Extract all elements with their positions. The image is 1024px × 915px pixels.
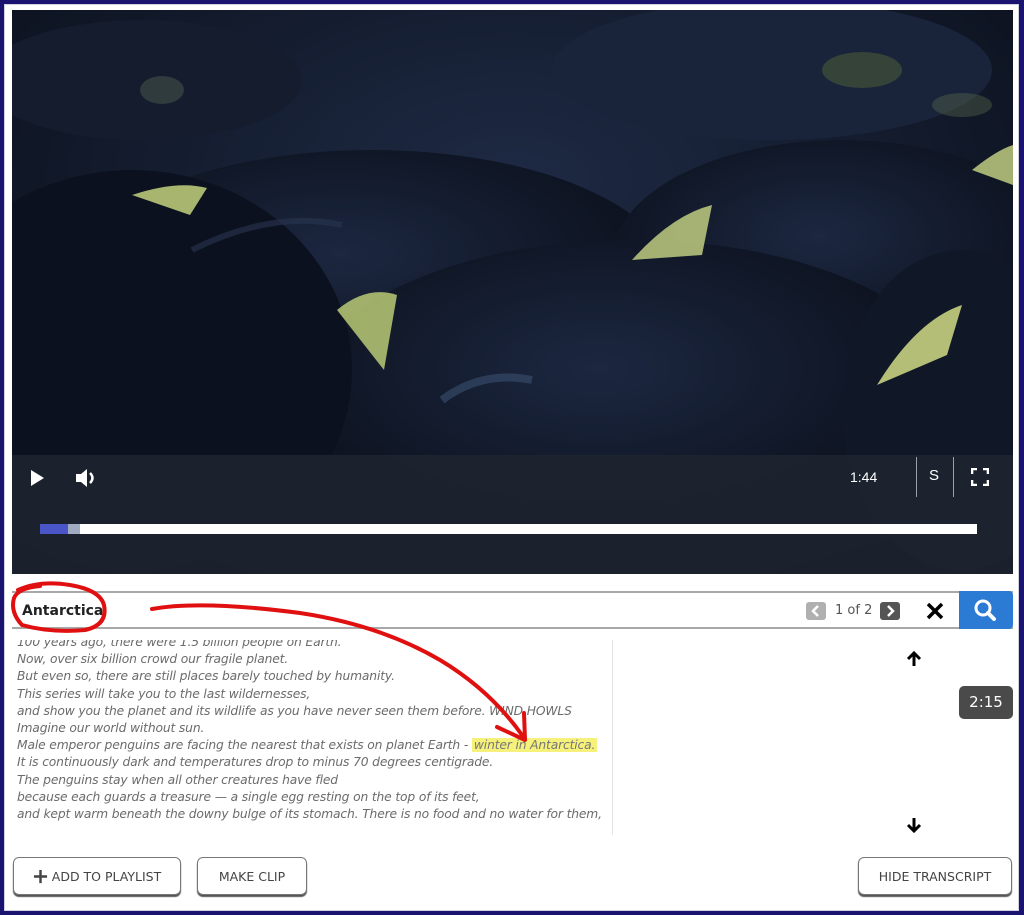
transcript-panel[interactable]: 100 years ago, there were 1.5 billion pe… [12, 640, 613, 835]
scroll-down-icon[interactable] [905, 816, 923, 834]
clear-search-icon[interactable] [925, 601, 945, 621]
plus-icon [33, 869, 47, 883]
search-input[interactable] [20, 593, 724, 629]
control-bar: 1:44 S [12, 455, 1013, 574]
search-button[interactable] [959, 591, 1013, 629]
previous-match-button[interactable] [806, 602, 826, 620]
subtitles-button[interactable]: S [929, 467, 939, 484]
progress-buffered [68, 524, 80, 534]
search-icon [974, 599, 996, 621]
volume-icon[interactable] [74, 467, 100, 489]
transcript-line[interactable]: Imagine our world without sun. [12, 720, 602, 737]
transcript-line[interactable]: Now, over six billion crowd our fragile … [12, 651, 602, 668]
transcript-text: Male emperor penguins are facing the nea… [17, 738, 469, 753]
transcript-line[interactable]: and show you the planet and its wildlife… [12, 703, 602, 720]
current-time: 1:44 [850, 469, 878, 485]
progress-played [40, 524, 68, 534]
add-to-playlist-label: ADD TO PLAYLIST [51, 868, 162, 884]
transcript-line[interactable]: 100 years ago, there were 1.5 billion pe… [12, 640, 602, 651]
divider [916, 457, 917, 497]
divider [953, 457, 954, 497]
progress-bar[interactable] [40, 524, 977, 534]
transcript-search-bar: 1 of 2 [12, 591, 1013, 629]
search-highlight: winter in Antarctica. [471, 738, 598, 753]
timestamp-badge[interactable]: 2:15 [959, 686, 1013, 719]
match-count: 1 of 2 [835, 603, 873, 618]
transcript-line-current[interactable]: Male emperor penguins are facing the nea… [12, 737, 602, 754]
video-player[interactable]: 1:44 S [12, 10, 1013, 574]
next-match-button[interactable] [880, 602, 900, 620]
transcript-line[interactable]: and kept warm beneath the downy bulge of… [12, 806, 602, 823]
scroll-up-icon[interactable] [905, 650, 923, 668]
transcript-line[interactable]: because each guards a treasure — a singl… [12, 789, 602, 806]
play-icon[interactable] [28, 469, 46, 487]
transcript-line[interactable]: It is continuously dark and temperatures… [12, 754, 602, 771]
transcript-line[interactable]: This series will take you to the last wi… [12, 686, 602, 703]
transcript-line[interactable]: But even so, there are still places bare… [12, 668, 602, 685]
make-clip-button[interactable]: MAKE CLIP [197, 857, 307, 895]
add-to-playlist-button[interactable]: ADD TO PLAYLIST [13, 857, 181, 895]
hide-transcript-button[interactable]: HIDE TRANSCRIPT [858, 857, 1012, 895]
fullscreen-icon[interactable] [971, 468, 989, 486]
transcript-line[interactable]: The penguins stay when all other creatur… [12, 772, 602, 789]
